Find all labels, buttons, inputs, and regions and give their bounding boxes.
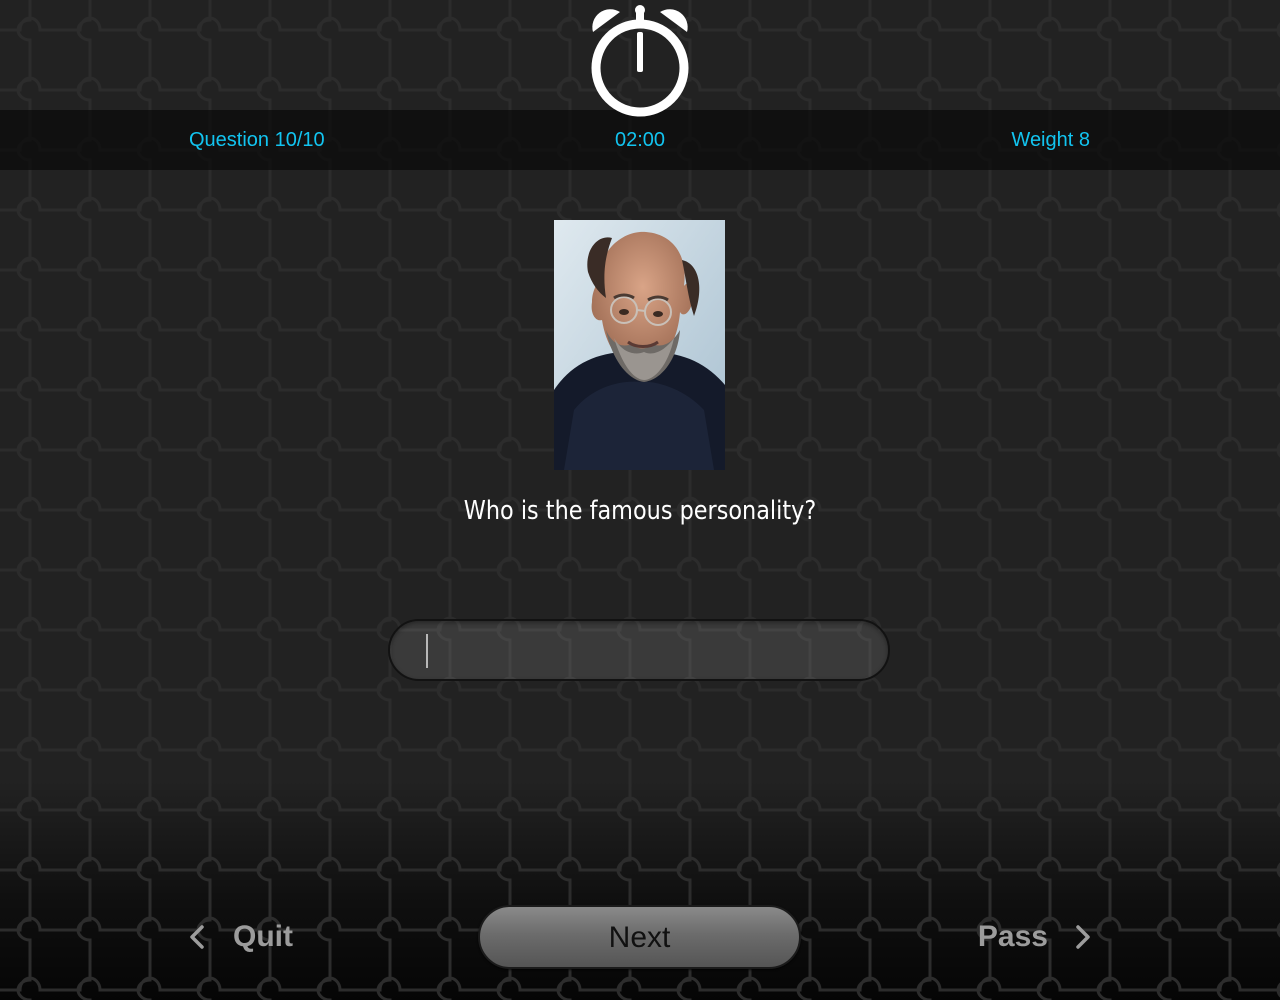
answer-field[interactable] [388, 619, 890, 681]
alarm-clock-icon [591, 5, 689, 117]
question-prompt: Who is the famous personality? [463, 496, 817, 526]
chevron-left-icon [190, 925, 204, 949]
quiz-screen: Question 10/10 02:00 Weight 8 Who is the… [0, 0, 1280, 1000]
text-cursor [426, 634, 428, 668]
pass-button[interactable]: Pass [978, 914, 1094, 960]
chevron-right-icon [1076, 925, 1090, 949]
question-weight: Weight 8 [1011, 129, 1090, 151]
pass-label: Pass [977, 920, 1048, 953]
quit-button[interactable]: Quit [186, 914, 293, 960]
question-counter: Question 10/10 [189, 129, 325, 151]
countdown-timer: 02:00 [614, 129, 666, 151]
answer-input[interactable] [420, 629, 850, 671]
question-portrait-image [554, 220, 725, 470]
next-button[interactable]: Next [478, 905, 801, 969]
quit-label: Quit [233, 920, 293, 953]
